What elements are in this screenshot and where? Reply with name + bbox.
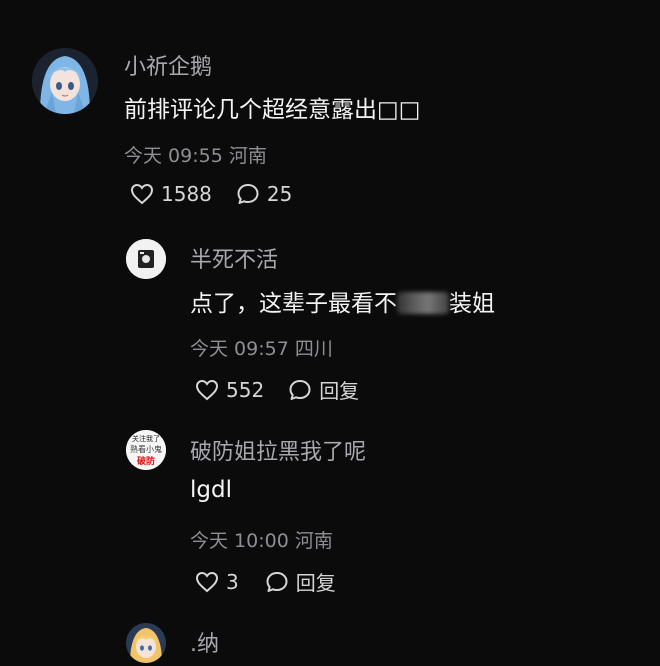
comment-meta: 今天 09:57 四川 (190, 338, 333, 360)
anime-avatar-icon (126, 623, 166, 663)
comment-list: 小祈企鹅 前排评论几个超经意露出□□ 今天 09:55 河南 1588 25 半… (0, 0, 660, 666)
username[interactable]: 半死不活 (190, 242, 278, 274)
comment-bubble-icon (266, 571, 288, 592)
heart-icon (130, 183, 154, 205)
comment-bubble-icon (237, 184, 259, 204)
reply-button[interactable]: 回复 (288, 375, 359, 404)
reply-button[interactable]: 回复 (265, 567, 336, 596)
avatar[interactable] (32, 48, 98, 114)
comment-text: lgdl (190, 477, 232, 503)
svg-text:熟看小鬼: 熟看小鬼 (130, 444, 162, 454)
comment-meta: 今天 10:00 河南 (190, 530, 333, 552)
camera-avatar-icon (126, 239, 166, 279)
comment-actions: 1588 25 (130, 182, 292, 206)
comment-meta: 今天 09:55 河南 (124, 145, 267, 167)
comment-actions: 3 回复 (195, 567, 336, 596)
username[interactable]: 破防姐拉黑我了呢 (190, 434, 366, 466)
svg-text:破防: 破防 (137, 455, 155, 467)
reply-count-button[interactable]: 25 (236, 182, 292, 206)
blurred-censor-patch (397, 292, 449, 314)
text-sticker-avatar-icon: 关注我了 熟看小鬼 破防 (126, 430, 166, 470)
like-button[interactable]: 552 (195, 378, 264, 402)
like-count: 552 (226, 377, 265, 402)
avatar[interactable] (126, 623, 166, 663)
like-count: 1588 (161, 182, 212, 206)
heart-icon (195, 571, 219, 592)
comment-text: 点了，这辈子最看不 装姐 (190, 284, 495, 318)
comment-bubble-icon (289, 379, 311, 400)
like-count: 3 (226, 569, 239, 594)
anime-girl-avatar-icon (32, 48, 98, 114)
reply-label: 回复 (319, 379, 360, 403)
reply-label: 回复 (295, 571, 336, 595)
avatar[interactable] (126, 239, 166, 279)
comment-text-end: 装姐 (449, 291, 495, 317)
username[interactable]: 小祈企鹅 (124, 49, 212, 81)
reply-count: 25 (266, 182, 293, 206)
comment-actions: 552 回复 (195, 375, 359, 404)
heart-icon (195, 379, 219, 400)
svg-text:关注我了: 关注我了 (132, 434, 160, 443)
like-button[interactable]: 3 (195, 570, 239, 594)
username[interactable]: .纳 (190, 626, 219, 658)
like-button[interactable]: 1588 (130, 182, 212, 206)
avatar[interactable]: 关注我了 熟看小鬼 破防 (126, 430, 166, 470)
comment-text: 前排评论几个超经意露出□□ (124, 97, 421, 123)
comment-text-start: 点了，这辈子最看不 (190, 291, 397, 317)
